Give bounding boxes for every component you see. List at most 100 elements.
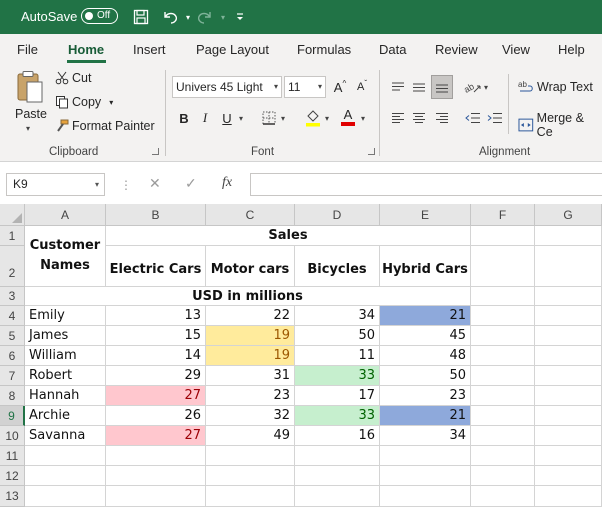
column-header-g[interactable]: G: [535, 204, 602, 226]
underline-button[interactable]: U: [218, 108, 236, 128]
value-cell-motor[interactable]: 19: [206, 346, 295, 366]
cell[interactable]: [471, 486, 535, 507]
format-painter-button[interactable]: Format Painter: [55, 119, 155, 133]
value-cell-electric[interactable]: 27: [106, 426, 206, 446]
value-cell-electric[interactable]: 26: [106, 406, 206, 426]
cell[interactable]: [471, 466, 535, 486]
value-cell-electric[interactable]: 13: [106, 306, 206, 326]
tab-data[interactable]: Data: [379, 42, 406, 57]
grow-font-button[interactable]: A ^: [331, 77, 349, 97]
value-cell-motor[interactable]: 32: [206, 406, 295, 426]
tab-review[interactable]: Review: [435, 42, 478, 57]
customize-toolbar-icon[interactable]: [230, 7, 250, 27]
fill-color-button[interactable]: [304, 108, 322, 128]
row-header-5[interactable]: 5: [0, 326, 25, 346]
row-header-13[interactable]: 13: [0, 486, 25, 507]
drag-handle-icon[interactable]: ⋮: [120, 178, 132, 192]
cell[interactable]: [471, 366, 535, 386]
column-title-motor-cars[interactable]: Motor cars: [206, 246, 295, 287]
customer-names-header[interactable]: Customer Names: [25, 226, 106, 287]
redo-icon[interactable]: [195, 7, 215, 27]
font-launcher-icon[interactable]: [368, 148, 375, 155]
borders-dropdown-icon[interactable]: ▾: [281, 114, 285, 123]
cancel-icon[interactable]: ✕: [149, 175, 161, 192]
name-box[interactable]: K9 ▾: [6, 173, 105, 196]
value-cell-hybrid[interactable]: 50: [380, 366, 471, 386]
value-cell-hybrid[interactable]: 23: [380, 386, 471, 406]
value-cell-bicycles[interactable]: 17: [295, 386, 380, 406]
cell[interactable]: [206, 486, 295, 507]
cell[interactable]: [535, 246, 602, 287]
bold-button[interactable]: B: [175, 108, 193, 128]
column-title-electric-cars[interactable]: Electric Cars: [106, 246, 206, 287]
value-cell-bicycles[interactable]: 33: [295, 406, 380, 426]
row-header-4[interactable]: 4: [0, 306, 25, 326]
borders-button[interactable]: [260, 108, 278, 128]
column-title-hybrid-cars[interactable]: Hybrid Cars: [380, 246, 471, 287]
cell[interactable]: [471, 426, 535, 446]
tab-page-layout[interactable]: Page Layout: [196, 42, 269, 57]
undo-icon[interactable]: [160, 7, 180, 27]
cell[interactable]: [471, 346, 535, 366]
cell[interactable]: [535, 346, 602, 366]
cell[interactable]: [380, 466, 471, 486]
cell[interactable]: [295, 446, 380, 466]
cut-button[interactable]: Cut: [55, 71, 91, 85]
align-left-button[interactable]: [389, 108, 407, 128]
cell[interactable]: [471, 326, 535, 346]
column-title-bicycles[interactable]: Bicycles: [295, 246, 380, 287]
cell[interactable]: [106, 486, 206, 507]
cell[interactable]: [206, 446, 295, 466]
font-name-select[interactable]: Univers 45 Light ▾: [172, 76, 282, 98]
cell[interactable]: [471, 446, 535, 466]
tab-help[interactable]: Help: [558, 42, 585, 57]
value-cell-bicycles[interactable]: 50: [295, 326, 380, 346]
insert-function-icon[interactable]: fx: [222, 175, 232, 191]
formula-input[interactable]: [250, 173, 602, 196]
value-cell-hybrid[interactable]: 21: [380, 406, 471, 426]
paste-dropdown-icon[interactable]: ▾: [26, 124, 30, 133]
font-color-dropdown-icon[interactable]: ▾: [361, 114, 365, 123]
select-all-corner[interactable]: [0, 204, 25, 226]
fill-color-dropdown-icon[interactable]: ▾: [325, 114, 329, 123]
column-header-e[interactable]: E: [380, 204, 471, 226]
copy-button[interactable]: Copy ▾: [55, 95, 113, 109]
sales-header[interactable]: Sales: [106, 226, 471, 246]
clipboard-launcher-icon[interactable]: [152, 148, 159, 155]
increase-indent-button[interactable]: [486, 108, 504, 128]
orientation-dropdown-icon[interactable]: ▾: [484, 83, 488, 92]
save-icon[interactable]: [131, 7, 151, 27]
cell[interactable]: [535, 226, 602, 246]
row-header-10[interactable]: 10: [0, 426, 25, 446]
cell[interactable]: [25, 446, 106, 466]
value-cell-electric[interactable]: 29: [106, 366, 206, 386]
tab-file[interactable]: File: [17, 42, 38, 57]
cell[interactable]: [535, 486, 602, 507]
align-right-button[interactable]: [433, 108, 451, 128]
cell[interactable]: [106, 446, 206, 466]
cell[interactable]: [206, 466, 295, 486]
cell[interactable]: [535, 306, 602, 326]
cell[interactable]: [535, 446, 602, 466]
enter-icon[interactable]: ✓: [185, 175, 197, 192]
value-cell-electric[interactable]: 27: [106, 386, 206, 406]
customer-name-cell[interactable]: William: [25, 346, 106, 366]
wrap-text-button[interactable]: ab Wrap Text: [518, 80, 593, 94]
value-cell-bicycles[interactable]: 16: [295, 426, 380, 446]
value-cell-motor[interactable]: 31: [206, 366, 295, 386]
decrease-indent-button[interactable]: [464, 108, 482, 128]
value-cell-motor[interactable]: 49: [206, 426, 295, 446]
cell[interactable]: [295, 466, 380, 486]
cell[interactable]: [471, 287, 535, 306]
customer-name-cell[interactable]: James: [25, 326, 106, 346]
merge-center-button[interactable]: Merge & Ce: [518, 111, 602, 139]
tab-insert[interactable]: Insert: [133, 42, 166, 57]
cell[interactable]: [535, 326, 602, 346]
customer-name-cell[interactable]: Archie: [25, 406, 106, 426]
cell[interactable]: [471, 406, 535, 426]
cell[interactable]: [471, 306, 535, 326]
value-cell-motor[interactable]: 22: [206, 306, 295, 326]
cell[interactable]: [535, 426, 602, 446]
value-cell-hybrid[interactable]: 48: [380, 346, 471, 366]
copy-dropdown-icon[interactable]: ▾: [109, 98, 113, 107]
